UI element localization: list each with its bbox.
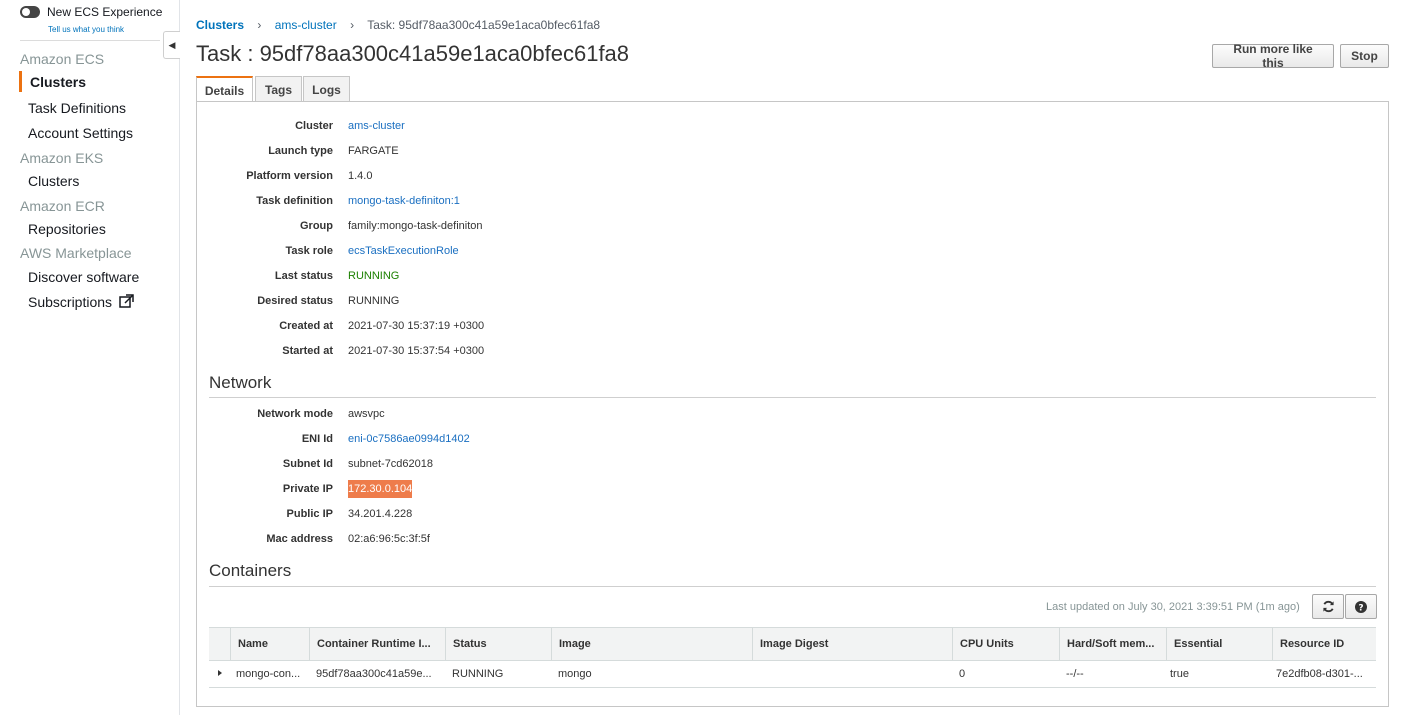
cell-resource-id: 7e2dfb08-d301-... bbox=[1276, 668, 1363, 680]
eni-id-link[interactable]: eni-0c7586ae0994d1402 bbox=[348, 433, 470, 445]
refresh-icon bbox=[1322, 600, 1334, 613]
mac-address-value: 02:a6:96:5c:3f:5f bbox=[348, 533, 430, 545]
desired-status-label: Desired status bbox=[257, 295, 333, 307]
public-ip-label: Public IP bbox=[286, 508, 333, 520]
cell-runtime-id: 95df78aa300c41a59e... bbox=[316, 668, 432, 680]
col-image-digest[interactable]: Image Digest bbox=[752, 628, 952, 660]
launch-type-value: FARGATE bbox=[348, 145, 399, 157]
subnet-id-value: subnet-7cd62018 bbox=[348, 458, 434, 470]
sidebar-divider bbox=[20, 40, 160, 41]
platform-value: 1.4.0 bbox=[348, 170, 373, 182]
sidebar-item-task-definitions[interactable]: Task Definitions bbox=[28, 100, 126, 116]
group-label: Group bbox=[300, 220, 333, 232]
containers-table-header: Name Container Runtime I... Status Image… bbox=[209, 627, 1376, 661]
collapse-sidebar-button[interactable]: ◀ bbox=[163, 31, 180, 59]
network-mode-value: awsvpc bbox=[348, 408, 385, 420]
containers-heading: Containers bbox=[209, 561, 292, 580]
cell-image-digest bbox=[759, 661, 949, 687]
last-status-value: RUNNING bbox=[348, 270, 400, 282]
table-row[interactable]: mongo-con... 95df78aa300c41a59e... RUNNI… bbox=[209, 661, 1376, 688]
task-definition-label: Task definition bbox=[256, 195, 333, 207]
toggle-label: New ECS Experience bbox=[47, 5, 163, 19]
network-mode-label: Network mode bbox=[257, 408, 333, 420]
col-essential[interactable]: Essential bbox=[1166, 628, 1272, 660]
launch-type-label: Launch type bbox=[268, 145, 333, 157]
cluster-label: Cluster bbox=[295, 120, 333, 132]
chevron-right-icon: › bbox=[350, 18, 355, 32]
col-resource-id[interactable]: Resource ID bbox=[1272, 628, 1376, 660]
eni-id-label: ENI Id bbox=[301, 433, 333, 445]
run-more-button[interactable]: Run more like this bbox=[1212, 42, 1334, 70]
tab-tags[interactable]: Tags bbox=[255, 76, 302, 102]
private-ip-value[interactable]: 172.30.0.104 bbox=[348, 480, 413, 498]
containers-divider bbox=[209, 586, 1376, 587]
expand-row-icon[interactable] bbox=[218, 670, 222, 676]
cell-status: RUNNING bbox=[452, 668, 504, 680]
nav-section-ecs: Amazon ECS bbox=[20, 51, 105, 67]
mac-address-label: Mac address bbox=[266, 533, 333, 545]
cell-essential: true bbox=[1170, 668, 1189, 680]
details-panel bbox=[196, 101, 1389, 707]
col-name[interactable]: Name bbox=[230, 628, 309, 660]
cell-image: mongo bbox=[558, 668, 592, 680]
cell-memory: --/-- bbox=[1066, 668, 1084, 680]
breadcrumb: Clusters › ams-cluster › Task: 95df78aa3… bbox=[196, 18, 600, 32]
created-at-label: Created at bbox=[279, 320, 333, 332]
subnet-id-label: Subnet Id bbox=[282, 458, 333, 470]
task-role-label: Task role bbox=[285, 245, 334, 257]
col-memory[interactable]: Hard/Soft mem... bbox=[1059, 628, 1166, 660]
chevron-right-icon: › bbox=[257, 18, 262, 32]
desired-status-value: RUNNING bbox=[348, 295, 400, 307]
breadcrumb-clusters[interactable]: Clusters bbox=[196, 18, 244, 32]
cell-name: mongo-con... bbox=[236, 668, 301, 680]
last-updated-text: Last updated on July 30, 2021 3:39:51 PM… bbox=[1046, 601, 1300, 613]
started-at-label: Started at bbox=[282, 345, 333, 357]
platform-label: Platform version bbox=[246, 170, 333, 182]
tab-logs[interactable]: Logs bbox=[303, 76, 350, 102]
task-definition-link[interactable]: mongo-task-definiton:1 bbox=[348, 195, 460, 207]
help-icon: ? bbox=[1355, 600, 1367, 613]
col-cpu-units[interactable]: CPU Units bbox=[952, 628, 1059, 660]
sidebar-item-ecs-clusters[interactable]: Clusters bbox=[30, 74, 86, 90]
last-status-label: Last status bbox=[274, 270, 333, 282]
network-heading: Network bbox=[209, 373, 272, 392]
breadcrumb-cluster[interactable]: ams-cluster bbox=[275, 18, 337, 32]
group-value: family:mongo-task-definiton bbox=[348, 220, 483, 232]
private-ip-label: Private IP bbox=[282, 483, 333, 495]
private-ip-selected-text[interactable]: 172.30.0.104 bbox=[348, 480, 413, 498]
cluster-link[interactable]: ams-cluster bbox=[348, 120, 405, 132]
created-at-value: 2021-07-30 15:37:19 +0300 bbox=[348, 320, 485, 332]
cell-cpu: 0 bbox=[959, 668, 966, 680]
feedback-link[interactable]: Tell us what you think bbox=[48, 25, 124, 34]
col-runtime-id[interactable]: Container Runtime I... bbox=[309, 628, 445, 660]
breadcrumb-current: Task: 95df78aa300c41a59e1aca0bfec61fa8 bbox=[367, 18, 601, 32]
network-divider bbox=[209, 397, 1376, 398]
sidebar: New ECS Experience Tell us what you thin… bbox=[0, 0, 180, 715]
started-at-value: 2021-07-30 15:37:54 +0300 bbox=[348, 345, 485, 357]
active-indicator bbox=[19, 71, 22, 92]
public-ip-value: 34.201.4.228 bbox=[348, 508, 413, 520]
task-role-link[interactable]: ecsTaskExecutionRole bbox=[348, 245, 459, 257]
col-image[interactable]: Image bbox=[551, 628, 752, 660]
help-button[interactable]: ? bbox=[1345, 594, 1377, 619]
new-experience-toggle-row[interactable]: New ECS Experience bbox=[20, 5, 162, 19]
page-title: Task : 95df78aa300c41a59e1aca0bfec61fa8 bbox=[196, 41, 630, 66]
refresh-button[interactable] bbox=[1312, 594, 1344, 619]
new-experience-toggle[interactable] bbox=[20, 6, 40, 18]
chevron-left-icon: ◀ bbox=[168, 39, 176, 50]
col-status[interactable]: Status bbox=[445, 628, 551, 660]
tab-details[interactable]: Details bbox=[196, 76, 253, 103]
stop-button[interactable]: Stop bbox=[1340, 44, 1389, 68]
svg-text:?: ? bbox=[1358, 603, 1363, 613]
